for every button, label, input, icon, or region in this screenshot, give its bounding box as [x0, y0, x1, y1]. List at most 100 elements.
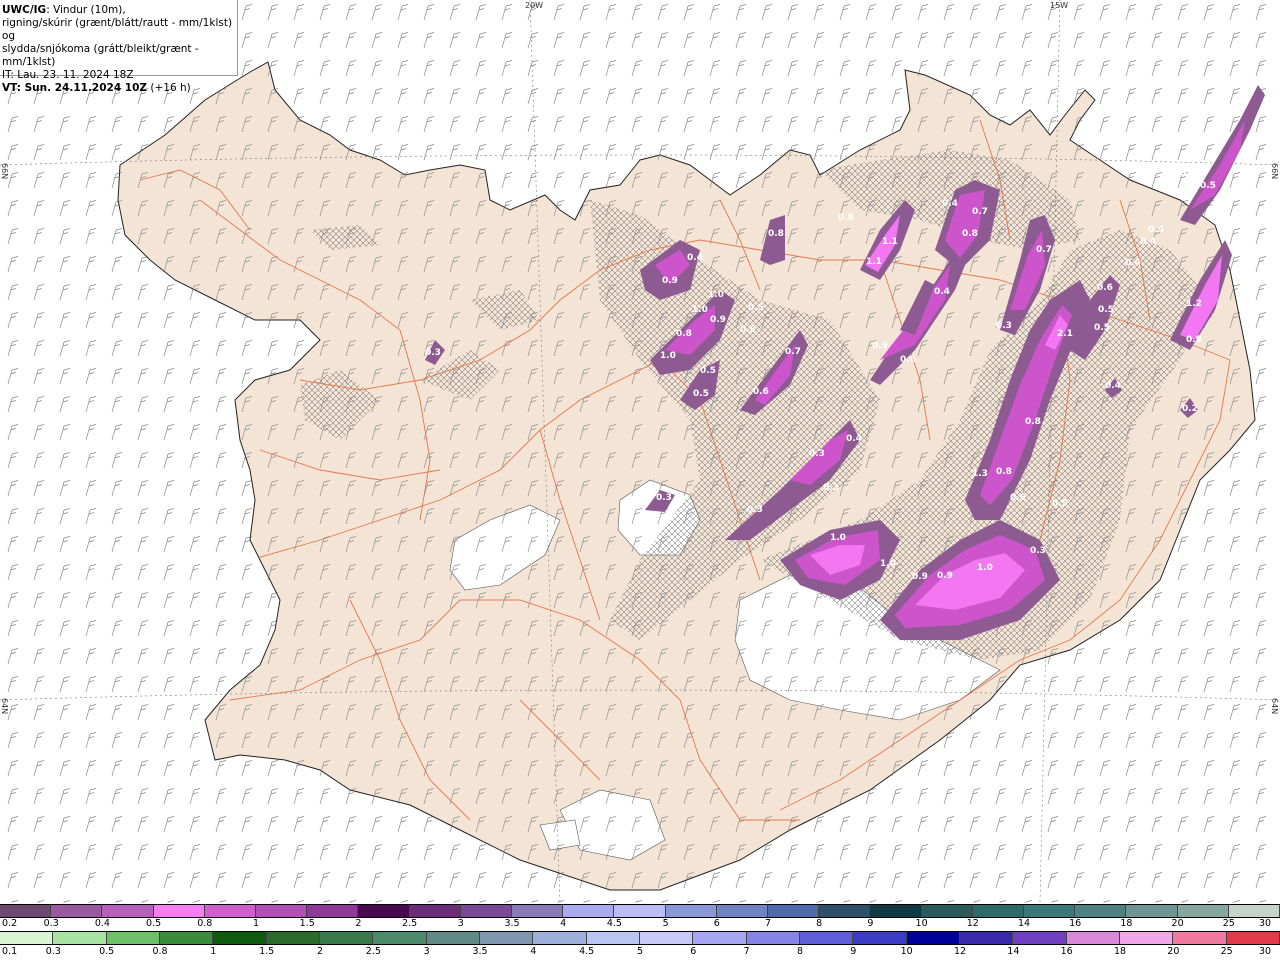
svg-text:0.3: 0.3 — [823, 483, 839, 493]
legend_rain-swatch — [906, 932, 960, 944]
legend_snow-label: 0.3 — [43, 918, 59, 929]
svg-text:0.4: 0.4 — [846, 434, 862, 444]
legend_rain-label: 2 — [316, 946, 324, 957]
svg-text:1.1: 1.1 — [866, 257, 882, 267]
svg-text:0.5: 0.5 — [1052, 499, 1068, 509]
legend_rain-swatch — [213, 932, 267, 944]
legend_snow-label: 3.5 — [504, 918, 520, 929]
legend_rain-label: 4.5 — [579, 946, 595, 957]
svg-text:0.4: 0.4 — [1105, 381, 1121, 391]
legend_snow-label: 10 — [915, 918, 928, 929]
legend_rain-label: 0.3 — [45, 946, 61, 957]
svg-text:0.6: 0.6 — [753, 387, 769, 397]
legend_rain-swatch — [639, 932, 694, 944]
legend_snow-label: 6 — [713, 918, 720, 929]
svg-text:0.4: 0.4 — [1140, 237, 1156, 247]
svg-text:0.8: 0.8 — [676, 329, 692, 339]
legend_snow-label: 12 — [966, 918, 979, 929]
legend_snow-swatch — [819, 905, 871, 917]
lon-label-15w: 15W — [1050, 1, 1069, 10]
legend_snow-label: 2.5 — [402, 918, 418, 929]
svg-text:0.3: 0.3 — [747, 505, 763, 515]
legend_snow-swatch — [1228, 905, 1280, 917]
legend_snow-label: 4 — [560, 918, 567, 929]
svg-text:0.9: 0.9 — [710, 315, 726, 325]
legend_rain-swatch — [159, 932, 214, 944]
legend_rain-swatch — [1013, 932, 1067, 944]
lat-label-right-66n: 66N — [1270, 163, 1279, 180]
svg-text:0.6: 0.6 — [1010, 493, 1026, 503]
lon-label-20w: 20W — [525, 1, 544, 10]
legend-rain-colorbar — [0, 931, 1280, 945]
legend_snow-label: 5 — [662, 918, 669, 929]
svg-text:1.0: 1.0 — [692, 305, 708, 315]
legend_rain-label: 2.5 — [365, 946, 381, 957]
legend_snow-swatch — [256, 905, 308, 917]
svg-text:0.5: 0.5 — [748, 303, 764, 313]
legend_rain-label: 3.5 — [472, 946, 488, 957]
svg-text:2.1: 2.1 — [1057, 329, 1073, 339]
legend_snow-label: 9 — [867, 918, 874, 929]
legend_rain-label: 25 — [1220, 946, 1233, 957]
info-line-rain: rigning/skúrir (grænt/blátt/rautt - mm/1… — [2, 17, 233, 42]
legend_snow-swatch — [1075, 905, 1127, 917]
legend_rain-label: 1.5 — [259, 946, 275, 957]
legend_rain-label: 4 — [530, 946, 537, 957]
svg-text:0.8: 0.8 — [740, 325, 756, 335]
svg-text:0.8: 0.8 — [1025, 417, 1041, 427]
legend_rain-swatch — [853, 932, 907, 944]
legend_snow-swatch — [563, 905, 615, 917]
legend_snow-label: 8 — [816, 918, 823, 929]
legend_snow-swatch — [1177, 905, 1229, 917]
legend_rain-swatch — [1173, 932, 1227, 944]
legend_snow-swatch — [51, 905, 103, 917]
legend_snow-swatch — [102, 905, 154, 917]
legend_rain-swatch — [319, 932, 374, 944]
legend_rain-swatch — [1119, 932, 1174, 944]
legend_rain-swatch — [746, 932, 800, 944]
legend_rain-swatch — [53, 932, 107, 944]
info-line-valid-time: VT: Sun. 24.11.2024 10Z (+16 h) — [2, 82, 191, 94]
legend_snow-label: 4.5 — [606, 918, 622, 929]
legend_rain-label: 0.5 — [99, 946, 115, 957]
legend_snow-label: 3 — [457, 918, 464, 929]
legend_snow-swatch — [409, 905, 461, 917]
svg-text:1.0: 1.0 — [660, 351, 676, 361]
legend_snow-label: 0.4 — [94, 918, 110, 929]
legend_snow-label: 7 — [764, 918, 772, 929]
legend_snow-swatch — [460, 905, 513, 917]
svg-text:1.2: 1.2 — [1186, 299, 1202, 309]
legend_snow-swatch — [870, 905, 922, 917]
legend_snow-label: 1.5 — [299, 918, 315, 929]
svg-text:0.6: 0.6 — [1097, 283, 1113, 293]
svg-text:0.8: 0.8 — [838, 213, 854, 223]
legend_snow-label: 0.5 — [146, 918, 162, 929]
svg-text:0.8: 0.8 — [962, 229, 978, 239]
legend_snow-label: 0.8 — [197, 918, 213, 929]
legend_rain-swatch — [1226, 932, 1280, 944]
svg-text:0.5: 0.5 — [700, 366, 716, 376]
svg-text:0.3: 0.3 — [1030, 546, 1046, 556]
legend_rain-label: 20 — [1167, 946, 1180, 957]
svg-text:0.9: 0.9 — [937, 571, 953, 581]
svg-text:0.2: 0.2 — [1182, 404, 1198, 414]
legend_snow-swatch — [716, 905, 769, 917]
legend_snow-swatch — [665, 905, 717, 917]
legend_snow-label: 20 — [1171, 918, 1184, 929]
svg-text:0.8: 0.8 — [768, 229, 784, 239]
legend_rain-label: 12 — [953, 946, 967, 957]
svg-text:0.7: 0.7 — [785, 347, 801, 357]
svg-text:0.9: 0.9 — [872, 341, 888, 351]
svg-text:0.5: 0.5 — [693, 389, 709, 399]
legend_rain-label: 9 — [850, 946, 857, 957]
svg-text:0.6: 0.6 — [900, 355, 916, 365]
legend-snow-labels: 0.2 0.3 0.4 0.5 0.8 1 1.5 2 2.5 3 3.5 4 4.5 5 6 7 8 9 10 12… — [0, 918, 1280, 931]
legend_snow-label: 30 — [1258, 918, 1272, 929]
svg-text:0.4: 0.4 — [687, 253, 703, 263]
legend_snow-swatch — [0, 905, 52, 917]
legend_snow-swatch — [204, 905, 257, 917]
svg-text:0.9: 0.9 — [1186, 335, 1202, 345]
legend_snow-swatch — [153, 905, 205, 917]
lat-label-right-64n: 64N — [1270, 698, 1279, 715]
svg-text:0.7: 0.7 — [972, 207, 988, 217]
